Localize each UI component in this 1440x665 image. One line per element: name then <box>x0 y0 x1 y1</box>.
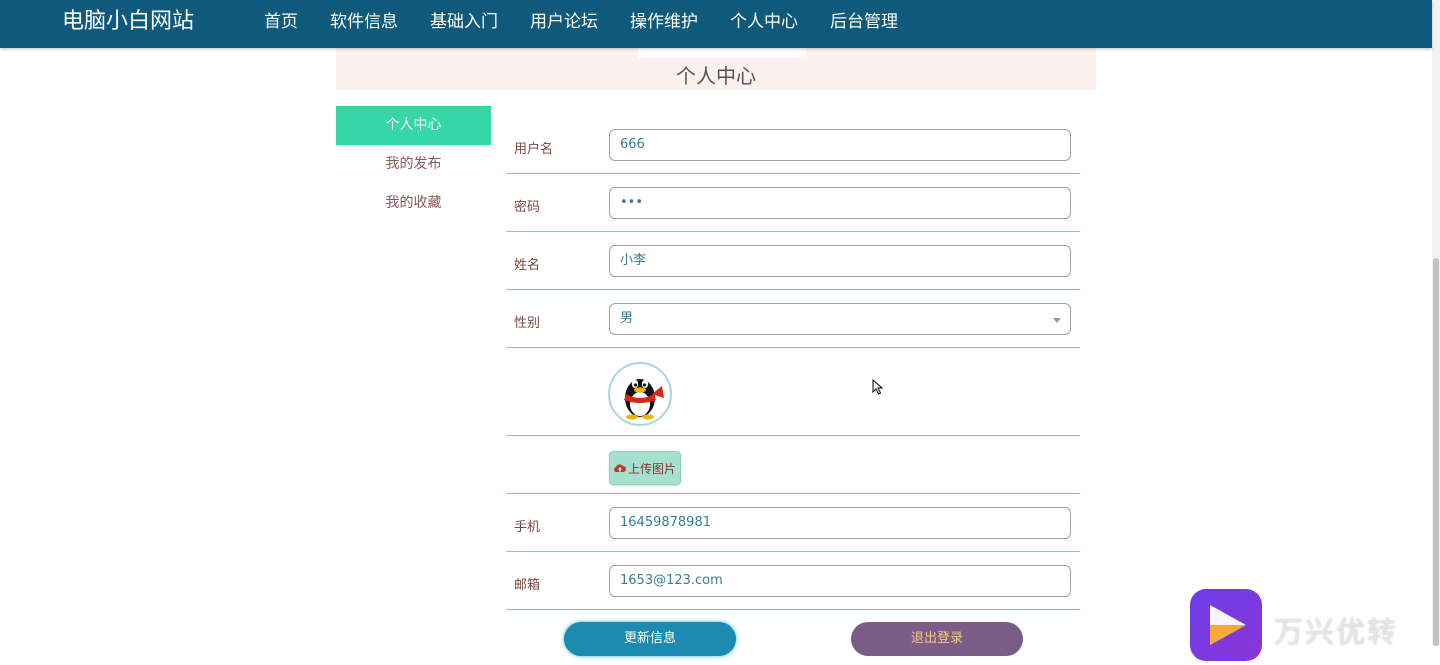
update-info-button[interactable]: 更新信息 <box>564 622 736 656</box>
profile-form: 用户名 666 密码 ••• 姓名 小李 性别 男 上传图片 手机 164598… <box>506 116 1080 610</box>
email-row: 邮箱 1653@123.com <box>506 552 1080 610</box>
password-input[interactable]: ••• <box>609 187 1071 219</box>
gender-select[interactable]: 男 <box>609 303 1071 335</box>
chevron-down-icon <box>1053 318 1061 323</box>
nav-user-center[interactable]: 个人中心 <box>714 0 814 48</box>
user-sidebar: 个人中心 我的发布 我的收藏 <box>336 106 491 223</box>
watermark-logo-icon <box>1190 589 1262 661</box>
nav-forum[interactable]: 用户论坛 <box>514 0 614 48</box>
play-icon <box>1210 605 1246 645</box>
nav-admin[interactable]: 后台管理 <box>814 0 914 48</box>
nav-maintenance[interactable]: 操作维护 <box>614 0 714 48</box>
upload-image-button[interactable]: 上传图片 <box>609 451 681 485</box>
gender-selected-value: 男 <box>620 311 634 326</box>
page-scrollbar[interactable] <box>1432 0 1440 646</box>
gender-label: 性别 <box>514 316 541 331</box>
phone-input[interactable]: 16459878981 <box>609 507 1071 539</box>
avatar-row <box>506 348 1080 436</box>
email-input[interactable]: 1653@123.com <box>609 565 1071 597</box>
scrollbar-thumb[interactable] <box>1433 258 1439 646</box>
password-row: 密码 ••• <box>506 174 1080 232</box>
upload-image-label: 上传图片 <box>627 461 676 476</box>
gender-row: 性别 男 <box>506 290 1080 348</box>
sidebar-item-user-center[interactable]: 个人中心 <box>336 106 491 145</box>
nav-basics[interactable]: 基础入门 <box>414 0 514 48</box>
sidebar-item-my-posts[interactable]: 我的发布 <box>336 145 491 184</box>
avatar <box>608 362 672 426</box>
site-logo-text[interactable]: 电脑小白网站 <box>62 8 194 36</box>
qq-penguin-icon <box>624 379 664 420</box>
name-input[interactable]: 小李 <box>609 245 1071 277</box>
top-navbar: 电脑小白网站 首页 软件信息 基础入门 用户论坛 操作维护 个人中心 后台管理 <box>0 0 1432 48</box>
username-label: 用户名 <box>514 142 554 157</box>
name-label: 姓名 <box>514 258 541 273</box>
phone-row: 手机 16459878981 <box>506 494 1080 552</box>
title-underline-mask <box>638 48 806 58</box>
watermark-text: 万兴优转 <box>1274 615 1399 649</box>
name-row: 姓名 小李 <box>506 232 1080 290</box>
email-label: 邮箱 <box>514 578 541 593</box>
nav-home[interactable]: 首页 <box>248 0 314 48</box>
logout-button[interactable]: 退出登录 <box>851 622 1023 656</box>
username-row: 用户名 666 <box>506 116 1080 174</box>
page-title: 个人中心 <box>676 64 756 88</box>
mouse-cursor-icon <box>872 379 884 395</box>
sidebar-item-my-favorites[interactable]: 我的收藏 <box>336 184 491 223</box>
cloud-upload-icon <box>613 464 626 473</box>
username-input[interactable]: 666 <box>609 129 1071 161</box>
nav-software-info[interactable]: 软件信息 <box>314 0 414 48</box>
upload-row: 上传图片 <box>506 436 1080 494</box>
main-nav: 首页 软件信息 基础入门 用户论坛 操作维护 个人中心 后台管理 <box>248 0 914 48</box>
phone-label: 手机 <box>514 520 541 535</box>
password-label: 密码 <box>514 200 541 215</box>
